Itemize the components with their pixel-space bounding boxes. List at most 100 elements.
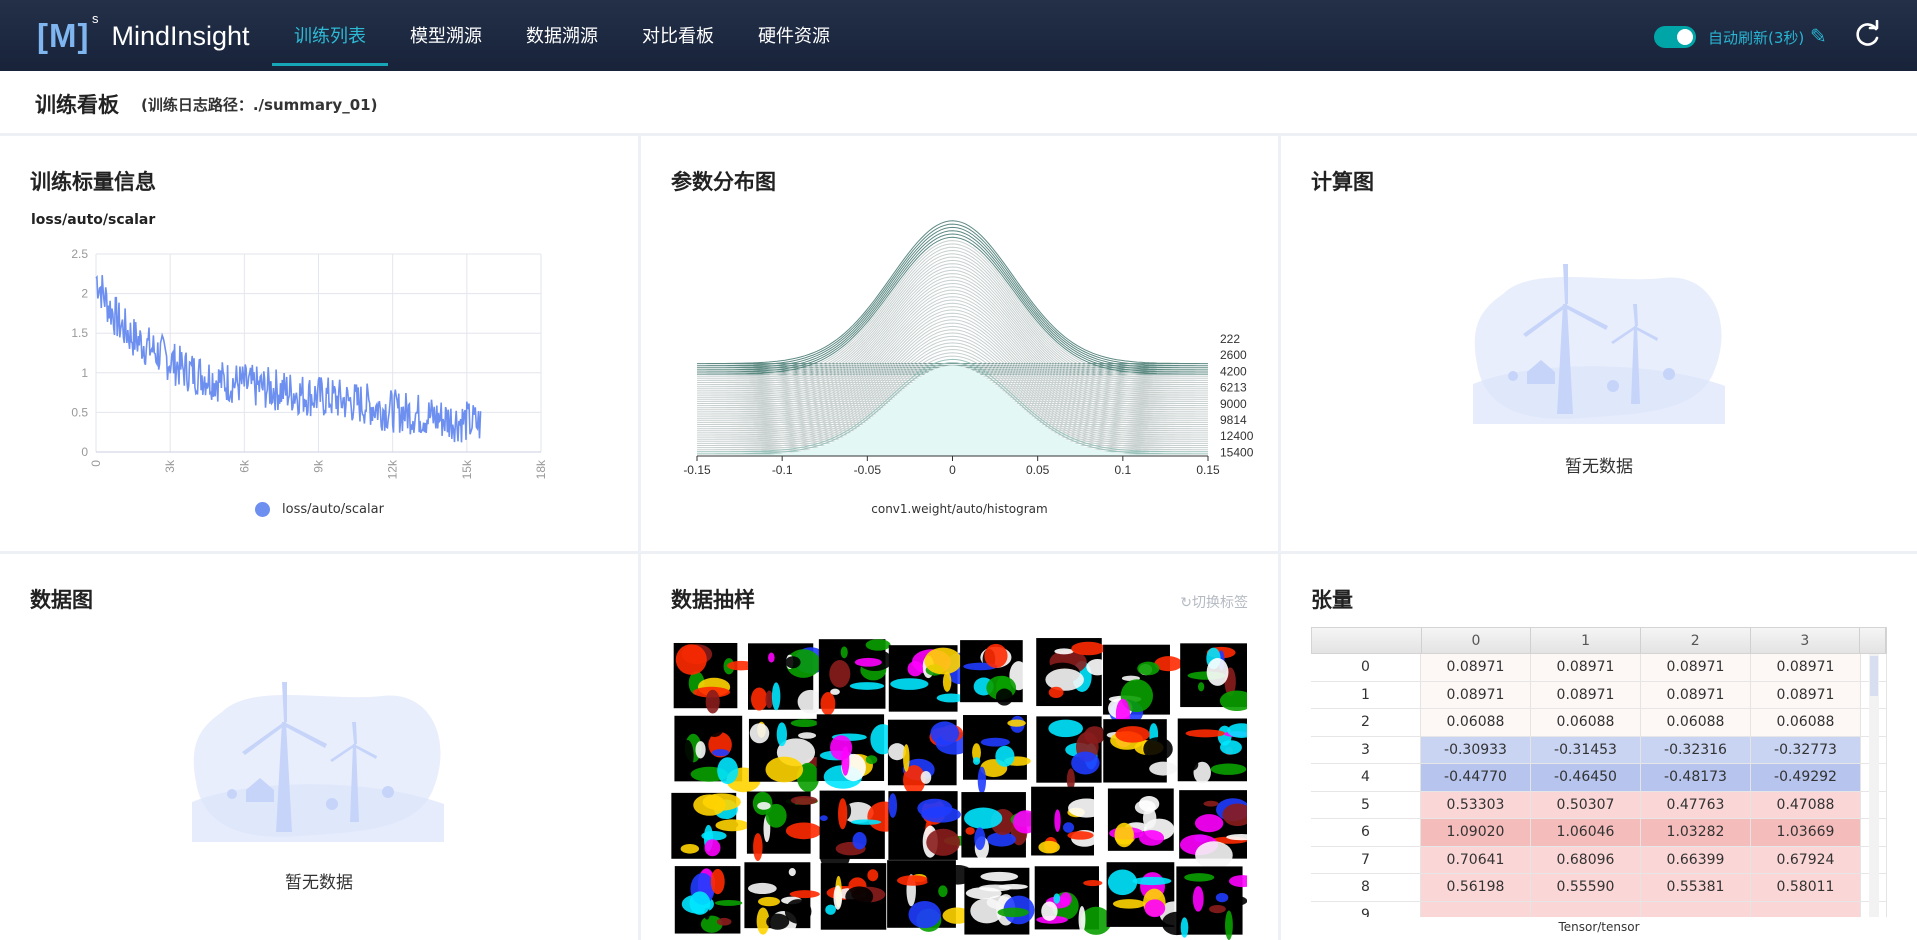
app-logo[interactable]: [M] s MindInsight bbox=[37, 11, 250, 55]
sample-blob bbox=[715, 819, 750, 832]
sample-blob bbox=[785, 656, 801, 669]
sample-blob bbox=[1197, 682, 1205, 692]
y-tick-label: 0.5 bbox=[71, 405, 88, 419]
y-tick-label: 2 bbox=[81, 287, 88, 301]
sample-blob bbox=[938, 885, 948, 898]
data-graph-empty-text: 暂无数据 bbox=[285, 873, 353, 893]
x-tick-label: 0 bbox=[89, 460, 103, 467]
table-row: 6 1.09020 1.06046 1.03282 1.03669 bbox=[1311, 819, 1887, 847]
sample-blob bbox=[1071, 641, 1106, 656]
x-tick-label: 0.05 bbox=[1026, 463, 1050, 477]
tensor-cell: 0.06088 bbox=[1641, 709, 1751, 736]
sample-blob bbox=[1143, 737, 1173, 761]
x-tick-label: 3k bbox=[163, 459, 177, 473]
x-tick-label: 12k bbox=[386, 459, 400, 479]
step-label: 9000 bbox=[1220, 397, 1247, 411]
auto-refresh-toggle[interactable] bbox=[1654, 26, 1696, 48]
sample-blob bbox=[1195, 841, 1233, 870]
sample-blob bbox=[972, 757, 981, 765]
sample-blob bbox=[1045, 668, 1084, 691]
image-sample-card-title: 数据抽样 bbox=[671, 588, 755, 612]
sample-blob bbox=[757, 801, 771, 810]
sample-blob bbox=[965, 827, 975, 835]
sample-blob bbox=[1038, 840, 1060, 854]
sample-blob bbox=[1180, 917, 1189, 938]
tensor-row-index: 4 bbox=[1311, 764, 1421, 791]
sample-blob bbox=[680, 843, 700, 854]
tensor-cell: 0.66399 bbox=[1641, 846, 1751, 873]
sample-blob bbox=[1137, 661, 1160, 676]
nav-item-compare-board[interactable]: 对比看板 bbox=[620, 0, 736, 71]
sample-blob bbox=[942, 671, 952, 692]
top-navbar: [M] s MindInsight 训练列表 模型溯源 数据溯源 对比看板 硬件资… bbox=[0, 0, 1917, 71]
sample-image bbox=[673, 642, 756, 714]
pencil-icon[interactable]: ✎ bbox=[1810, 24, 1827, 48]
tensor-cell: 0.06088 bbox=[1421, 709, 1531, 736]
scalar-legend[interactable]: loss/auto/scalar bbox=[255, 502, 384, 517]
data-graph-card[interactable]: 数据图 暂无数据 bbox=[0, 554, 638, 940]
histogram-card[interactable]: 参数分布图 -0.15 -0.1 -0.05 0 0.05 0.1 0.15 222 2600 4… bbox=[641, 136, 1278, 551]
sample-blob bbox=[984, 643, 1008, 668]
sample-blob bbox=[1007, 719, 1026, 727]
nav-item-train-list[interactable]: 训练列表 bbox=[272, 0, 388, 71]
sample-image bbox=[1036, 638, 1109, 707]
tensor-row-index: 0 bbox=[1311, 654, 1421, 681]
tensor-cell: -0.31453 bbox=[1531, 736, 1641, 763]
scalar-chart[interactable]: 0 0.5 1 1.5 2 2.5 0 3k 6k 9k 12k 15k 18k bbox=[0, 136, 638, 496]
sample-blob bbox=[865, 639, 891, 651]
sample-image bbox=[744, 862, 820, 935]
image-sample-card[interactable]: 数据抽样 ↻切换标签 bbox=[641, 554, 1278, 940]
tensor-row-index: 6 bbox=[1311, 819, 1421, 846]
sample-image bbox=[963, 715, 1031, 794]
sample-image bbox=[1103, 644, 1183, 731]
sample-blob bbox=[689, 891, 711, 915]
sample-blob bbox=[705, 689, 720, 714]
sample-blob bbox=[924, 647, 962, 675]
tensor-col-header: 3 bbox=[1751, 628, 1861, 653]
graph-card-title: 计算图 bbox=[1311, 170, 1374, 194]
sample-image bbox=[1176, 866, 1247, 940]
tensor-table[interactable]: 0 1 2 3 0 0.08971 0.08971 0.08971 0.08971 1 0.… bbox=[1311, 627, 1887, 917]
sample-blob bbox=[1071, 751, 1100, 775]
sample-blob bbox=[977, 766, 987, 794]
x-tick-label: -0.15 bbox=[683, 463, 711, 477]
refresh-icon[interactable] bbox=[1852, 20, 1882, 50]
sample-blob bbox=[771, 682, 781, 711]
tensor-cell: 1.03282 bbox=[1641, 819, 1751, 846]
sample-blob bbox=[908, 901, 941, 929]
histogram-step bbox=[697, 236, 1208, 375]
graph-card[interactable]: 计算图 暂无数据 bbox=[1281, 136, 1917, 551]
tensor-card[interactable]: 张量 0 1 2 3 0 0.08971 0.08971 0.08971 0.08971… bbox=[1281, 554, 1917, 940]
x-tick-label: 15k bbox=[460, 459, 474, 479]
step-label: 6213 bbox=[1220, 381, 1247, 395]
nav-item-model-lineage[interactable]: 模型溯源 bbox=[388, 0, 504, 71]
sample-image bbox=[674, 866, 743, 934]
sample-blob bbox=[798, 732, 817, 739]
histogram-chart[interactable]: -0.15 -0.1 -0.05 0 0.05 0.1 0.15 222 2600 4200 621… bbox=[641, 136, 1278, 496]
x-tick-label: 0.15 bbox=[1196, 463, 1220, 477]
sample-blob bbox=[1220, 740, 1242, 755]
sample-image bbox=[746, 791, 822, 862]
tensor-table-body: 0 0.08971 0.08971 0.08971 0.08971 1 0.08971 0.0… bbox=[1311, 654, 1887, 917]
y-tick-label: 1 bbox=[81, 366, 88, 380]
y-tick-label: 0 bbox=[81, 445, 88, 459]
scalar-card[interactable]: 训练标量信息 loss/auto/scalar 0 0.5 1 1.5 2 2.5 0 3k 6… bbox=[0, 136, 638, 551]
dashboard-title-bar: 训练看板 (训练日志路径：./summary_01) bbox=[0, 71, 1917, 133]
image-sample-grid[interactable] bbox=[671, 638, 1247, 940]
x-tick-label: 6k bbox=[237, 459, 251, 473]
sample-blob bbox=[1053, 893, 1061, 904]
switch-tag-button[interactable]: ↻切换标签 bbox=[1180, 592, 1248, 612]
sample-blob bbox=[758, 896, 781, 907]
nav-item-data-lineage[interactable]: 数据溯源 bbox=[504, 0, 620, 71]
sample-image bbox=[1036, 716, 1106, 791]
sample-blob bbox=[907, 661, 923, 677]
tensor-scrollbar[interactable] bbox=[1869, 654, 1879, 917]
tensor-cell: 0.08971 bbox=[1531, 654, 1641, 681]
table-row: 9 bbox=[1311, 901, 1887, 917]
sample-blob bbox=[1107, 869, 1138, 896]
nav-item-hardware[interactable]: 硬件资源 bbox=[736, 0, 852, 71]
sample-blob bbox=[749, 723, 770, 744]
sample-blob bbox=[710, 868, 725, 895]
step-label: 12400 bbox=[1220, 429, 1254, 443]
sample-blob bbox=[790, 719, 819, 728]
